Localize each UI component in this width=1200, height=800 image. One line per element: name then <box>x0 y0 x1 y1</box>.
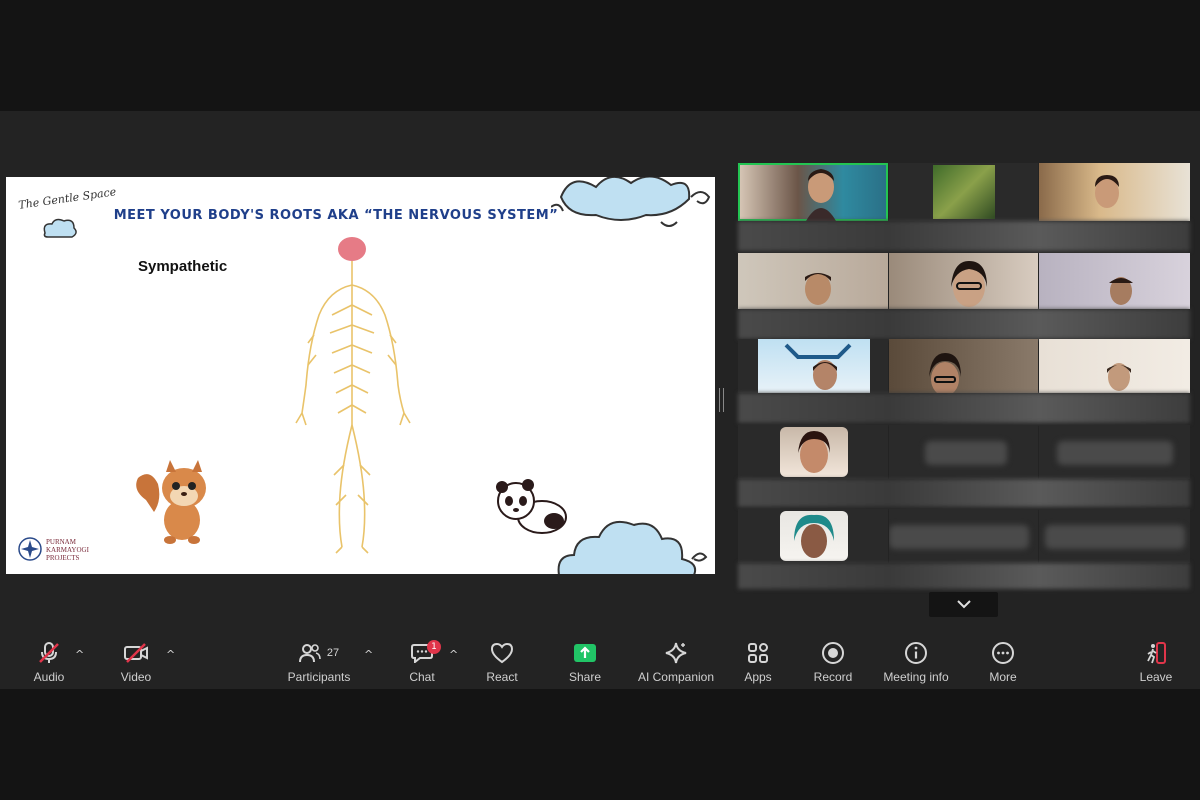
video-button[interactable]: Video <box>112 638 160 689</box>
brand-line-1: PURNAM <box>46 538 76 546</box>
apps-label: Apps <box>744 670 772 684</box>
participant-avatar <box>806 169 836 221</box>
name-bar-blurred <box>738 563 1190 589</box>
participant-avatar <box>784 343 852 390</box>
leave-icon <box>1147 642 1166 664</box>
nervous-system-figure <box>295 237 411 554</box>
participant-tile[interactable] <box>738 163 888 221</box>
share-button[interactable]: Share <box>565 638 605 689</box>
audio-options-caret[interactable]: ^ <box>75 648 84 661</box>
chat-unread-badge: 1 <box>427 640 441 654</box>
people-icon <box>298 644 321 663</box>
camera-off-icon <box>124 643 148 663</box>
participant-tile[interactable] <box>889 425 1038 479</box>
brand-line-3: PROJECTS <box>46 554 80 562</box>
participant-tile[interactable] <box>1039 163 1190 221</box>
participant-video <box>933 165 995 219</box>
video-gallery <box>738 163 1190 591</box>
brand-logo-icon <box>18 537 42 561</box>
more-button[interactable]: More <box>984 638 1022 689</box>
chat-label: Chat <box>409 670 435 684</box>
participant-tile[interactable] <box>889 509 1038 563</box>
participant-avatar-photo <box>780 427 848 477</box>
meeting-info-button[interactable]: Meeting info <box>880 638 952 689</box>
apps-button[interactable]: Apps <box>740 638 776 689</box>
squirrel-illustration <box>136 460 206 544</box>
participant-avatar-photo <box>780 511 848 561</box>
gallery-scroll-down-button[interactable] <box>929 592 998 617</box>
participant-tile[interactable] <box>738 339 888 393</box>
meeting-toolbar: Audio ^ Video ^ 27 Participants ^ 1 Chat… <box>0 638 1200 689</box>
react-button[interactable]: React <box>482 638 522 689</box>
name-bar-blurred <box>738 309 1190 339</box>
participant-tile[interactable] <box>1039 425 1190 479</box>
audio-button[interactable]: Audio <box>26 638 72 689</box>
brand-line-2: KARMAYOGI <box>46 546 89 554</box>
apps-icon <box>748 643 768 663</box>
slide-subtitle: Sympathetic <box>138 258 228 275</box>
record-icon <box>822 642 844 664</box>
chat-button[interactable]: 1 Chat <box>404 638 441 689</box>
participant-tile[interactable] <box>1039 253 1190 309</box>
participant-tile[interactable] <box>1039 509 1190 563</box>
record-label: Record <box>813 670 853 684</box>
name-bar-blurred <box>738 393 1190 423</box>
participants-button[interactable]: 27 Participants <box>284 638 354 689</box>
share-label: Share <box>568 670 602 684</box>
microphone-muted-icon <box>39 642 59 663</box>
participant-tile[interactable] <box>738 253 888 309</box>
participant-tile[interactable] <box>738 509 888 563</box>
chat-options-caret[interactable]: ^ <box>449 648 458 661</box>
info-icon <box>905 642 927 664</box>
react-label: React <box>486 670 518 684</box>
participant-avatar <box>805 273 831 305</box>
participants-count: 27 <box>326 647 340 659</box>
name-bar-blurred <box>738 221 1190 251</box>
cloud-decoration-top <box>551 177 711 227</box>
more-icon <box>992 642 1014 664</box>
participant-avatar <box>929 353 961 393</box>
leave-label: Leave <box>1139 670 1173 684</box>
participants-options-caret[interactable]: ^ <box>364 648 373 661</box>
participant-avatar <box>1109 277 1133 305</box>
shared-screen: The Gentle Space MEET YOUR BODY'S ROOTS … <box>6 177 715 574</box>
ai-companion-label: AI Companion <box>637 670 715 684</box>
slide-title: MEET YOUR BODY'S ROOTS AKA “THE NERVOUS … <box>113 208 559 223</box>
record-button[interactable]: Record <box>810 638 856 689</box>
letterbox-bottom <box>0 689 1200 800</box>
share-screen-icon <box>574 644 596 662</box>
participant-avatar <box>1095 175 1119 208</box>
meeting-info-label: Meeting info <box>883 670 949 684</box>
participant-name-blurred <box>1057 441 1173 465</box>
leave-button[interactable]: Leave <box>1136 638 1176 689</box>
chevron-down-icon <box>956 600 971 609</box>
participant-tile[interactable] <box>889 163 1038 221</box>
participant-tile[interactable] <box>889 253 1038 309</box>
participant-tile[interactable] <box>1039 339 1190 393</box>
participant-avatar <box>951 261 987 307</box>
participant-name-blurred <box>925 441 1007 465</box>
participant-name-blurred <box>889 525 1029 549</box>
participant-tile[interactable] <box>738 425 888 479</box>
cloud-decoration-bottom <box>557 521 708 574</box>
video-options-caret[interactable]: ^ <box>166 648 175 661</box>
audio-label: Audio <box>33 670 65 684</box>
letterbox-top <box>0 0 1200 111</box>
ai-companion-button[interactable]: AI Companion <box>636 638 716 689</box>
participant-tile[interactable] <box>889 339 1038 393</box>
participants-label: Participants <box>287 670 351 684</box>
video-label: Video <box>120 670 152 684</box>
participant-avatar <box>1107 363 1131 391</box>
name-bar-blurred <box>738 479 1190 507</box>
more-label: More <box>989 670 1017 684</box>
heart-icon <box>490 642 514 664</box>
brand-text: PURNAM KARMAYOGI PROJECTS <box>46 538 89 562</box>
split-divider-handle[interactable] <box>719 388 724 412</box>
sparkle-icon <box>665 642 687 664</box>
participant-name-blurred <box>1045 525 1185 549</box>
